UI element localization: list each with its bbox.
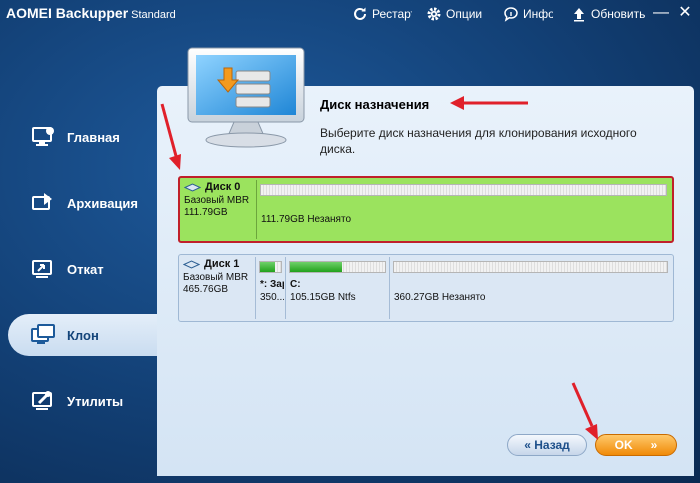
arrow-to-disk0 xyxy=(160,103,181,170)
arrow-to-title xyxy=(450,96,528,110)
annotation-arrows xyxy=(160,96,598,440)
arrow-to-ok xyxy=(571,382,598,440)
